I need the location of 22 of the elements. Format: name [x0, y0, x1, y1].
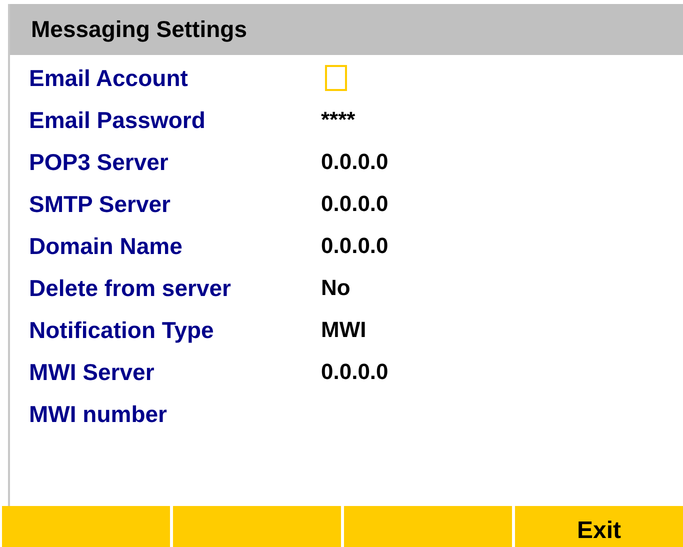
- setting-value: 0.0.0.0: [321, 233, 390, 259]
- setting-value: No: [321, 275, 352, 301]
- setting-label: Domain Name: [29, 232, 184, 260]
- setting-label: Email Account: [29, 64, 189, 92]
- setting-value: 0.0.0.0: [321, 359, 390, 385]
- screen-title: Messaging Settings: [31, 16, 247, 43]
- setting-value: 0.0.0.0: [321, 149, 390, 175]
- softkey[interactable]: [173, 506, 341, 547]
- setting-label: MWI Server: [29, 358, 156, 386]
- setting-value: 0.0.0.0: [321, 191, 390, 217]
- softkey[interactable]: Exit: [515, 506, 683, 547]
- setting-value: MWI: [321, 317, 368, 343]
- softkey[interactable]: [344, 506, 512, 547]
- setting-label: SMTP Server: [29, 190, 172, 218]
- setting-value: ****: [321, 107, 356, 133]
- setting-label: POP3 Server: [29, 148, 170, 176]
- input-field[interactable]: [325, 65, 347, 91]
- softkey[interactable]: [2, 506, 170, 547]
- setting-label: Delete from server: [29, 274, 232, 302]
- setting-label: Notification Type: [29, 316, 215, 344]
- setting-label: Email Password: [29, 106, 206, 134]
- setting-label: MWI number: [29, 400, 168, 428]
